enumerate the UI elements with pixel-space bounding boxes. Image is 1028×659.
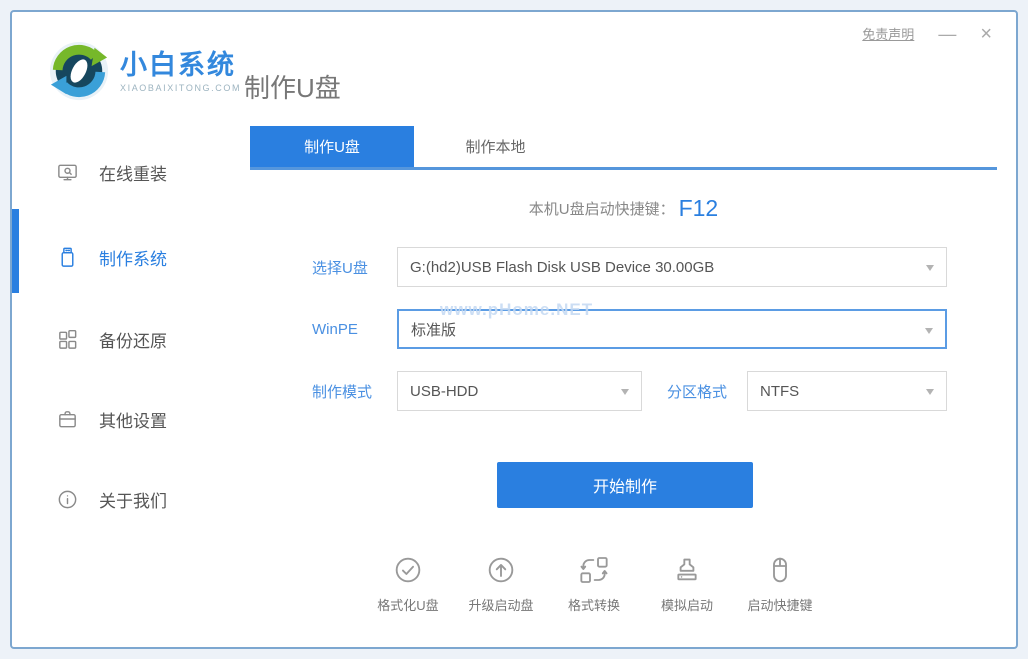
footer-action-label: 模拟启动 — [660, 598, 713, 613]
arrow-up-circle-icon — [488, 557, 514, 583]
brand-domain: XIAOBAIXITONG.COM — [120, 82, 242, 93]
partition-format-value: NTFS — [760, 382, 800, 400]
titlebar-controls: 免责声明 — × — [862, 24, 992, 44]
stamp-icon — [677, 558, 697, 581]
chevron-down-icon — [926, 265, 934, 271]
footer-action-label: 升级启动盘 — [468, 598, 534, 613]
make-mode-value: USB-HDD — [410, 382, 479, 400]
make-mode-label: 制作模式 — [312, 383, 373, 401]
partition-format-label: 分区格式 — [667, 383, 728, 401]
sidebar-item-label: 其他设置 — [99, 411, 167, 431]
app-logo: 小白系统 XIAOBAIXITONG.COM — [48, 40, 241, 102]
sidebar-item-create-system[interactable]: 制作系统 — [56, 237, 226, 277]
info-icon — [58, 490, 77, 508]
boot-hotkey-value: F12 — [678, 195, 719, 221]
check-circle-icon — [395, 557, 421, 583]
format-convert-action[interactable]: 格式转换 — [550, 554, 638, 614]
footer-action-label: 格式化U盘 — [377, 598, 439, 613]
chevron-down-icon — [926, 389, 934, 395]
convert-icon — [580, 557, 608, 583]
brand-name: 小白系统 — [120, 49, 236, 80]
recycle-arrows-logo-icon — [49, 41, 109, 101]
tab-create-usb[interactable]: 制作U盘 — [250, 126, 414, 167]
partition-format-dropdown[interactable]: NTFS — [747, 371, 947, 411]
footer-action-label: 启动快捷键 — [747, 598, 813, 613]
sidebar-item-backup-restore[interactable]: 备份还原 — [56, 319, 226, 359]
sidebar-item-label: 关于我们 — [99, 491, 167, 511]
make-mode-dropdown[interactable]: USB-HDD — [397, 371, 642, 411]
usb-select-label: 选择U盘 — [312, 259, 368, 277]
active-indicator — [12, 209, 19, 293]
sidebar-item-label: 制作系统 — [99, 249, 167, 269]
boot-hotkey-hint: 本机U盘启动快捷键： F12 — [250, 195, 997, 222]
format-usb-action[interactable]: 格式化U盘 — [364, 554, 452, 614]
sidebar-item-other-settings[interactable]: 其他设置 — [56, 399, 226, 439]
sidebar-item-online-reinstall[interactable]: 在线重装 — [56, 152, 226, 192]
footer-action-label: 格式转换 — [567, 598, 620, 613]
winpe-dropdown[interactable]: 标准版 — [397, 309, 947, 349]
chevron-down-icon — [925, 328, 933, 334]
page-title: 制作U盘 — [244, 73, 341, 103]
app-window: 免责声明 — × 小白系统 XIAOBAIXITONG.COM 制作U盘 在线重… — [10, 10, 1018, 649]
mouse-icon — [773, 557, 787, 583]
close-button[interactable]: × — [980, 24, 992, 44]
disclaimer-link[interactable]: 免责声明 — [862, 24, 914, 43]
usb-select-dropdown[interactable]: G:(hd2)USB Flash Disk USB Device 30.00GB — [397, 247, 947, 287]
winpe-label: WinPE — [312, 320, 358, 338]
tab-create-local[interactable]: 制作本地 — [414, 126, 577, 167]
chevron-down-icon — [621, 389, 629, 395]
usb-select-value: G:(hd2)USB Flash Disk USB Device 30.00GB — [410, 258, 715, 276]
simulate-boot-action[interactable]: 模拟启动 — [643, 554, 731, 614]
briefcase-icon — [59, 410, 76, 427]
sidebar-item-label: 备份还原 — [99, 331, 167, 351]
sidebar-item-label: 在线重装 — [99, 164, 167, 184]
monitor-icon — [58, 164, 77, 180]
sidebar-item-about-us[interactable]: 关于我们 — [56, 479, 226, 519]
minimize-button[interactable]: — — [938, 25, 956, 43]
tab-underline — [250, 167, 997, 170]
usb-drive-icon — [61, 247, 74, 267]
footer-toolbar: 格式化U盘 升级启动盘 格式转换 模拟启动 启动快捷键 — [364, 554, 824, 614]
boot-hotkey-text: 本机U盘启动快捷键： — [528, 201, 675, 218]
start-make-button[interactable]: 开始制作 — [497, 462, 753, 508]
winpe-value: 标准版 — [411, 321, 457, 339]
blocks-icon — [59, 329, 77, 349]
boot-hotkey-action[interactable]: 启动快捷键 — [736, 554, 824, 614]
upgrade-boot-disk-action[interactable]: 升级启动盘 — [457, 554, 545, 614]
